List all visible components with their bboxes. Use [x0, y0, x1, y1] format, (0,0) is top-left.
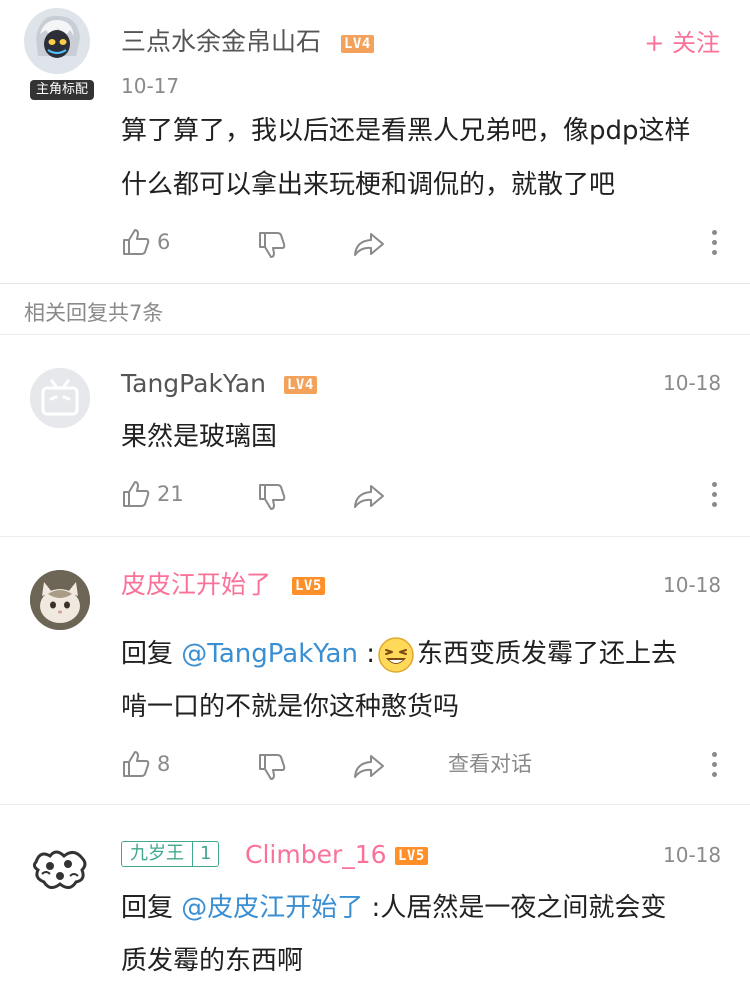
fan-medal[interactable]: 九岁王 1 [121, 841, 220, 867]
medal-name: 九岁王 [130, 843, 184, 864]
reply-like-count: 21 [157, 482, 184, 506]
mention-link[interactable]: @TangPakYan [181, 639, 358, 669]
view-conversation-link[interactable]: 查看对话 [448, 749, 532, 779]
mention-link[interactable]: @皮皮江开始了 [181, 893, 363, 923]
reply-divider [0, 536, 750, 537]
reply-username[interactable]: Climber_16 [245, 840, 387, 870]
thumbs-down-icon [259, 484, 286, 510]
reply-date: 10-18 [663, 843, 722, 867]
follow-button[interactable]: + 关注 [644, 28, 720, 58]
reply-text: 果然是玻璃国 [121, 422, 278, 452]
anime-avatar-icon [24, 8, 90, 74]
share-icon [354, 755, 384, 778]
cloud-pattern-avatar-icon [30, 840, 90, 900]
reply-username[interactable]: 皮皮江开始了 [121, 570, 271, 600]
reply-avatar[interactable] [30, 570, 90, 630]
reply-like-button[interactable]: 21 [121, 477, 184, 511]
header-divider [0, 334, 750, 335]
reply-date: 10-18 [663, 371, 722, 395]
share-icon [354, 233, 384, 256]
reply-prefix: 回复 [121, 893, 182, 923]
more-options-button[interactable] [711, 230, 717, 258]
thumbs-up-icon [123, 481, 150, 507]
medal-level: 1 [192, 842, 218, 866]
reply-colon: : [363, 893, 381, 923]
thumbs-down-icon [259, 754, 286, 780]
avatar-badge: 主角标配 [30, 80, 95, 100]
reply-like-count: 8 [157, 752, 171, 776]
dot-icon [711, 502, 717, 507]
reply-dislike-button[interactable] [257, 750, 287, 784]
thumbs-up-icon [123, 229, 150, 255]
dot-icon [711, 482, 717, 487]
reply-avatar[interactable] [30, 368, 90, 428]
reply-date: 10-18 [663, 573, 722, 597]
reply-dislike-button[interactable] [257, 480, 287, 514]
dot-icon [711, 240, 717, 245]
reply-text-line-2: 质发霉的东西啊 [121, 946, 304, 976]
reply-text-line-1: 回复 @皮皮江开始了 :人居然是一夜之间就会变 [121, 880, 666, 936]
reply-avatar[interactable] [30, 840, 90, 900]
share-button[interactable] [352, 227, 386, 261]
reply-level-badge: LV5 [395, 847, 428, 865]
reply-share-button[interactable] [352, 749, 386, 783]
comment-date: 10-17 [121, 74, 180, 98]
tv-avatar-icon [30, 368, 90, 428]
reply-text-line-2: 啃一口的不就是你这种憨货吗 [121, 692, 460, 722]
reply-more-options-button[interactable] [711, 482, 717, 510]
dislike-button[interactable] [257, 228, 287, 262]
username[interactable]: 三点水余金帛山石 [121, 27, 321, 57]
reply-text-line-1: 回复 @TangPakYan : 东西变质发霉了还上去 [121, 626, 677, 682]
dot-icon [711, 762, 717, 767]
replies-header: 相关回复共7条 [24, 301, 164, 325]
cat-avatar-icon [30, 570, 90, 630]
comment-text-line-2: 什么都可以拿出来玩梗和调侃的，就散了吧 [121, 170, 616, 200]
like-count: 6 [157, 230, 171, 254]
thumbs-down-icon [259, 232, 286, 258]
dot-icon [711, 752, 717, 757]
level-badge: LV4 [341, 35, 374, 53]
reply-username[interactable]: TangPakYan [121, 369, 266, 399]
reply-share-button[interactable] [352, 479, 386, 513]
dot-icon [711, 250, 717, 255]
reply-level-badge: LV5 [292, 577, 325, 595]
section-divider [0, 283, 750, 284]
reply-body-line-1: 人居然是一夜之间就会变 [380, 893, 667, 923]
share-icon [354, 485, 384, 508]
main-comment: 主角标配 三点水余金帛山石 LV4 + 关注 10-17 算了算了，我以后还是看… [0, 0, 750, 283]
reply-more-options-button[interactable] [711, 752, 717, 780]
laughing-emoji-icon [378, 636, 414, 673]
reply-colon: : [357, 639, 376, 669]
thumbs-up-icon [123, 751, 150, 777]
user-avatar[interactable] [24, 8, 90, 74]
reply-divider [0, 804, 750, 805]
dot-icon [711, 492, 717, 497]
like-button[interactable]: 6 [121, 225, 170, 259]
reply-prefix: 回复 [121, 639, 182, 669]
reply-body-line-1: 东西变质发霉了还上去 [417, 639, 678, 669]
comment-text-line-1: 算了算了，我以后还是看黑人兄弟吧，像pdp这样 [121, 116, 691, 146]
reply-level-badge: LV4 [284, 376, 317, 394]
dot-icon [711, 230, 717, 235]
dot-icon [711, 772, 717, 777]
reply-like-button[interactable]: 8 [121, 747, 170, 781]
